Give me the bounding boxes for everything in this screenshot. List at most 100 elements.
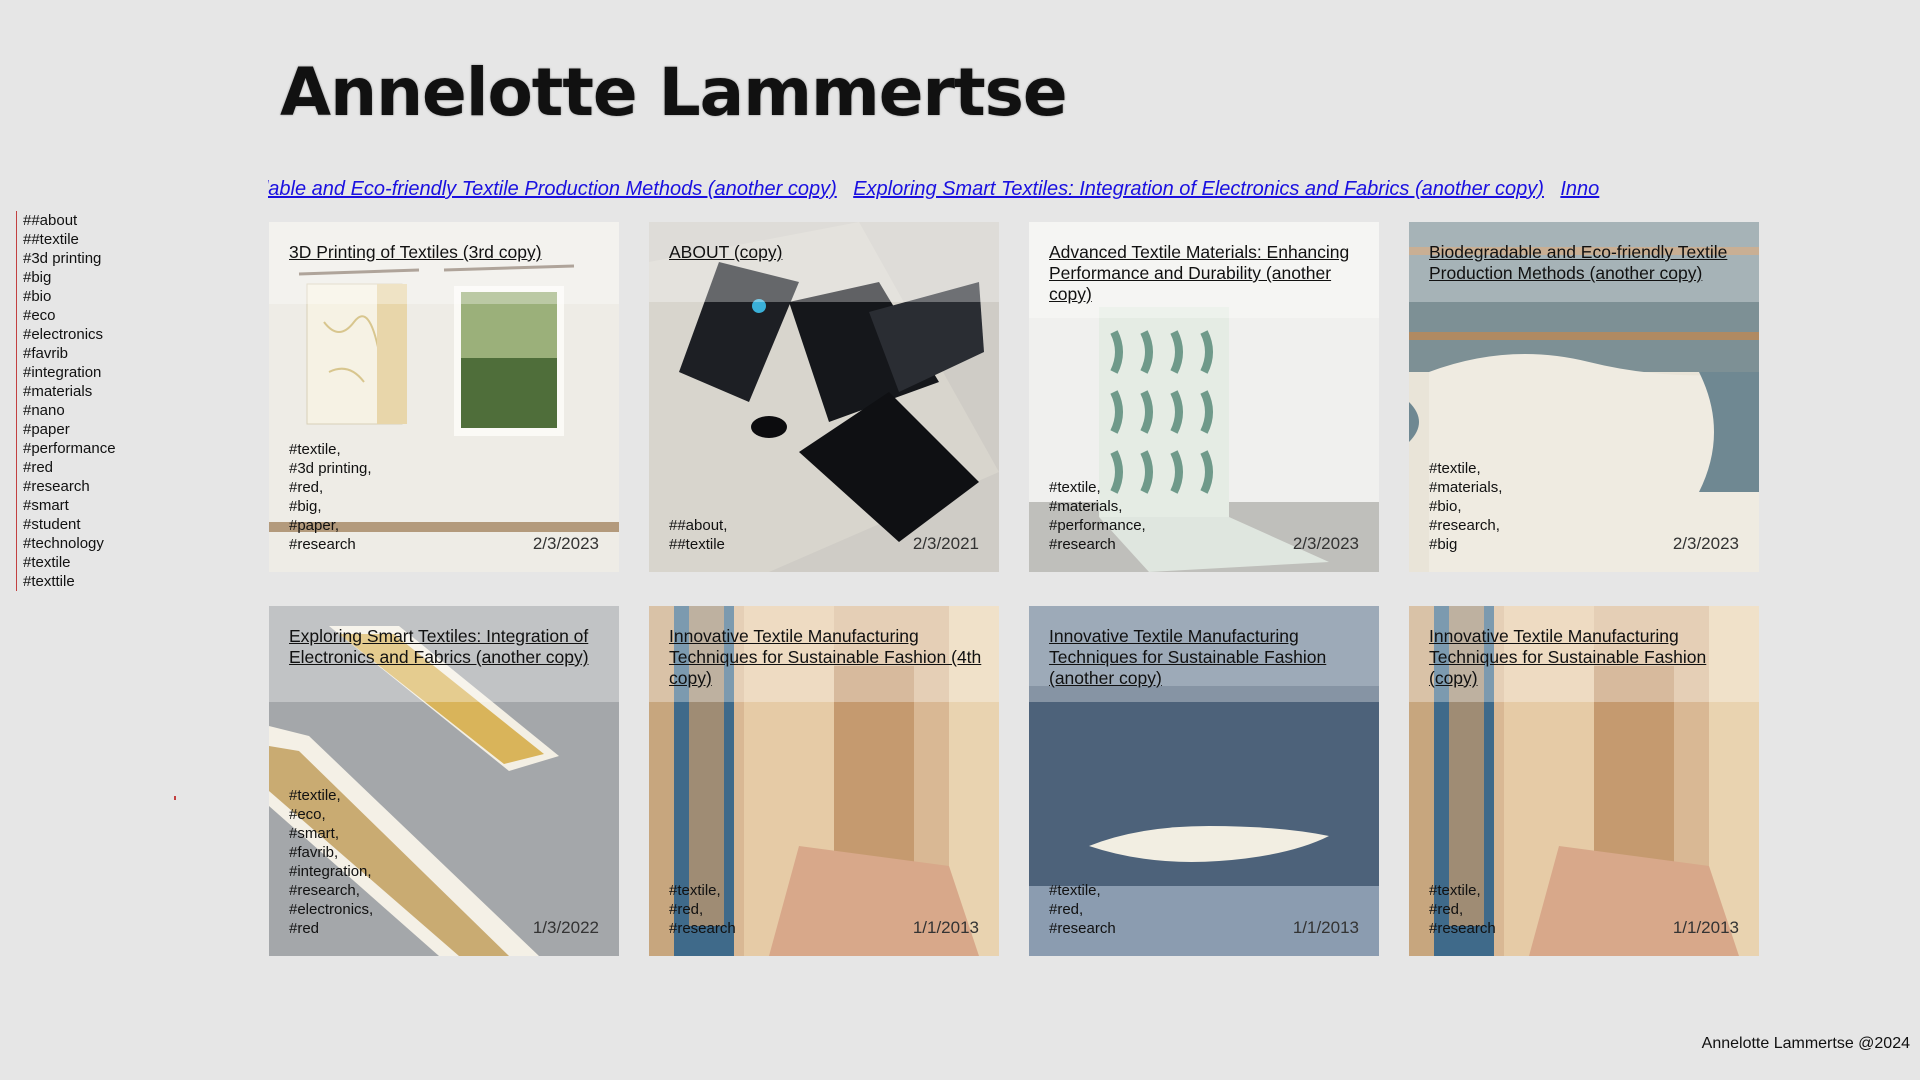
- project-card[interactable]: ABOUT (copy) ##about, ##textile 2/3/2021: [649, 222, 999, 572]
- card-title-band: Exploring Smart Textiles: Integration of…: [269, 606, 619, 702]
- card-title-band: Innovative Textile Manufacturing Techniq…: [649, 606, 999, 702]
- project-card[interactable]: Innovative Textile Manufacturing Techniq…: [1409, 606, 1759, 956]
- card-tag: #textile,: [1429, 882, 1481, 899]
- tag-filter-link[interactable]: #technology: [23, 534, 126, 553]
- card-title[interactable]: Innovative Textile Manufacturing Techniq…: [1049, 626, 1373, 689]
- marquee-link-smart-textiles[interactable]: Exploring Smart Textiles: Integration of…: [853, 178, 1544, 200]
- tag-filter-link[interactable]: #performance: [23, 439, 126, 458]
- card-title-band: Biodegradable and Eco-friendly Textile P…: [1409, 222, 1759, 302]
- tag-filter-link[interactable]: #electronics: [23, 325, 126, 344]
- tag-filter-link[interactable]: #paper: [23, 420, 126, 439]
- card-title[interactable]: Biodegradable and Eco-friendly Textile P…: [1429, 242, 1753, 284]
- tag-filter-link[interactable]: #texttile: [23, 572, 126, 591]
- card-tag: #research: [1049, 920, 1116, 937]
- card-tags: #textile, #red, #research: [1049, 881, 1116, 938]
- card-title-band: ABOUT (copy): [649, 222, 999, 302]
- card-title[interactable]: 3D Printing of Textiles (3rd copy): [289, 242, 613, 263]
- tag-filter-link[interactable]: #student: [23, 515, 126, 534]
- card-tag: #textile,: [1049, 479, 1101, 496]
- card-date: 1/1/2013: [1672, 918, 1739, 937]
- card-tag: #big,: [289, 498, 322, 515]
- card-tag: #materials,: [1429, 479, 1503, 496]
- project-card[interactable]: 3D Printing of Textiles (3rd copy) #text…: [269, 222, 619, 572]
- card-title-band: Innovative Textile Manufacturing Techniq…: [1029, 606, 1379, 702]
- tag-filter-link[interactable]: #bio: [23, 287, 126, 306]
- card-tag: #textile,: [289, 787, 341, 804]
- tag-filter-link[interactable]: #materials: [23, 382, 126, 401]
- card-title[interactable]: Innovative Textile Manufacturing Techniq…: [669, 626, 993, 689]
- tag-filter-link[interactable]: ##about: [23, 211, 126, 230]
- card-tag: #red,: [1429, 901, 1464, 918]
- card-title-band: 3D Printing of Textiles (3rd copy): [269, 222, 619, 304]
- stray-mark: [174, 796, 176, 800]
- tag-filter-link[interactable]: ##textile: [23, 230, 126, 249]
- card-tag: #paper,: [289, 517, 340, 534]
- project-card[interactable]: Advanced Textile Materials: Enhancing Pe…: [1029, 222, 1379, 572]
- card-title[interactable]: Advanced Textile Materials: Enhancing Pe…: [1049, 242, 1373, 305]
- tag-filter-link[interactable]: #textile: [23, 553, 126, 572]
- tag-filter-link[interactable]: #smart: [23, 496, 126, 515]
- card-tag: #textile,: [289, 441, 341, 458]
- card-tags: #textile, #3d printing, #red, #big, #pap…: [289, 440, 372, 554]
- card-tags: #textile, #red, #research: [669, 881, 736, 938]
- card-tag: #bio,: [1429, 498, 1462, 515]
- project-card[interactable]: Exploring Smart Textiles: Integration of…: [269, 606, 619, 956]
- card-title-band: Advanced Textile Materials: Enhancing Pe…: [1029, 222, 1379, 318]
- card-tag: #red,: [1049, 901, 1084, 918]
- card-tags: #textile, #eco, #smart, #favrib, #integr…: [289, 786, 373, 938]
- card-tag: #integration,: [289, 863, 372, 880]
- project-card[interactable]: Innovative Textile Manufacturing Techniq…: [1029, 606, 1379, 956]
- tag-filter-link[interactable]: #favrib: [23, 344, 126, 363]
- card-date: 2/3/2021: [912, 534, 979, 553]
- tag-filter-link[interactable]: #nano: [23, 401, 126, 420]
- card-tag: ##textile: [669, 536, 725, 553]
- card-tag: #smart,: [289, 825, 340, 842]
- card-tag: #eco,: [289, 806, 326, 823]
- card-tags: ##about, ##textile: [669, 516, 727, 554]
- card-title[interactable]: Innovative Textile Manufacturing Techniq…: [1429, 626, 1753, 689]
- card-title-band: Innovative Textile Manufacturing Techniq…: [1409, 606, 1759, 702]
- card-tags: #textile, #materials, #bio, #research, #…: [1429, 459, 1502, 554]
- card-title[interactable]: ABOUT (copy): [669, 242, 993, 263]
- card-date: 1/3/2022: [532, 918, 599, 937]
- card-date: 2/3/2023: [532, 534, 599, 553]
- marquee-link-biodegradable[interactable]: degradable and Eco-friendly Textile Prod…: [268, 178, 837, 200]
- card-tag: #performance,: [1049, 517, 1146, 534]
- card-tag: #research: [1429, 920, 1496, 937]
- card-tag: #3d printing,: [289, 460, 372, 477]
- card-tag: #research,: [289, 882, 360, 899]
- tag-filter-link[interactable]: #3d printing: [23, 249, 126, 268]
- footer-credit: Annelotte Lammertse @2024: [1701, 1035, 1910, 1052]
- card-tag: #research: [1049, 536, 1116, 553]
- marquee-track: degradable and Eco-friendly Textile Prod…: [268, 178, 1611, 201]
- card-tag: #research: [669, 920, 736, 937]
- project-grid: 3D Printing of Textiles (3rd copy) #text…: [269, 222, 1759, 956]
- project-marquee: degradable and Eco-friendly Textile Prod…: [268, 178, 1728, 208]
- tag-filter-link[interactable]: #big: [23, 268, 126, 287]
- card-tag: #research: [289, 536, 356, 553]
- card-tag: ##about,: [669, 517, 728, 534]
- card-tag: #textile,: [1429, 460, 1481, 477]
- card-tag: #textile,: [669, 882, 721, 899]
- card-tag: #electronics,: [289, 901, 374, 918]
- tag-sidebar: ##about ##textile #3d printing #big #bio #eco…: [16, 211, 126, 591]
- site-title[interactable]: Annelotte Lammertse: [280, 54, 1068, 131]
- tag-filter-link[interactable]: #eco: [23, 306, 126, 325]
- tag-filter-link[interactable]: #integration: [23, 363, 126, 382]
- card-tag: #red: [289, 920, 320, 937]
- tag-filter-link[interactable]: #research: [23, 477, 126, 496]
- card-tag: #red,: [669, 901, 704, 918]
- card-tags: #textile, #materials, #performance, #res…: [1049, 478, 1146, 554]
- card-title[interactable]: Exploring Smart Textiles: Integration of…: [289, 626, 613, 668]
- card-date: 2/3/2023: [1672, 534, 1739, 553]
- card-date: 2/3/2023: [1292, 534, 1359, 553]
- tag-filter-link[interactable]: #red: [23, 458, 126, 477]
- card-date: 1/1/2013: [912, 918, 979, 937]
- card-tags: #textile, #red, #research: [1429, 881, 1496, 938]
- card-tag: #materials,: [1049, 498, 1123, 515]
- project-card[interactable]: Biodegradable and Eco-friendly Textile P…: [1409, 222, 1759, 572]
- project-card[interactable]: Innovative Textile Manufacturing Techniq…: [649, 606, 999, 956]
- marquee-link-innovative[interactable]: Inno: [1560, 178, 1599, 200]
- card-tag: #red,: [289, 479, 324, 496]
- card-date: 1/1/2013: [1292, 918, 1359, 937]
